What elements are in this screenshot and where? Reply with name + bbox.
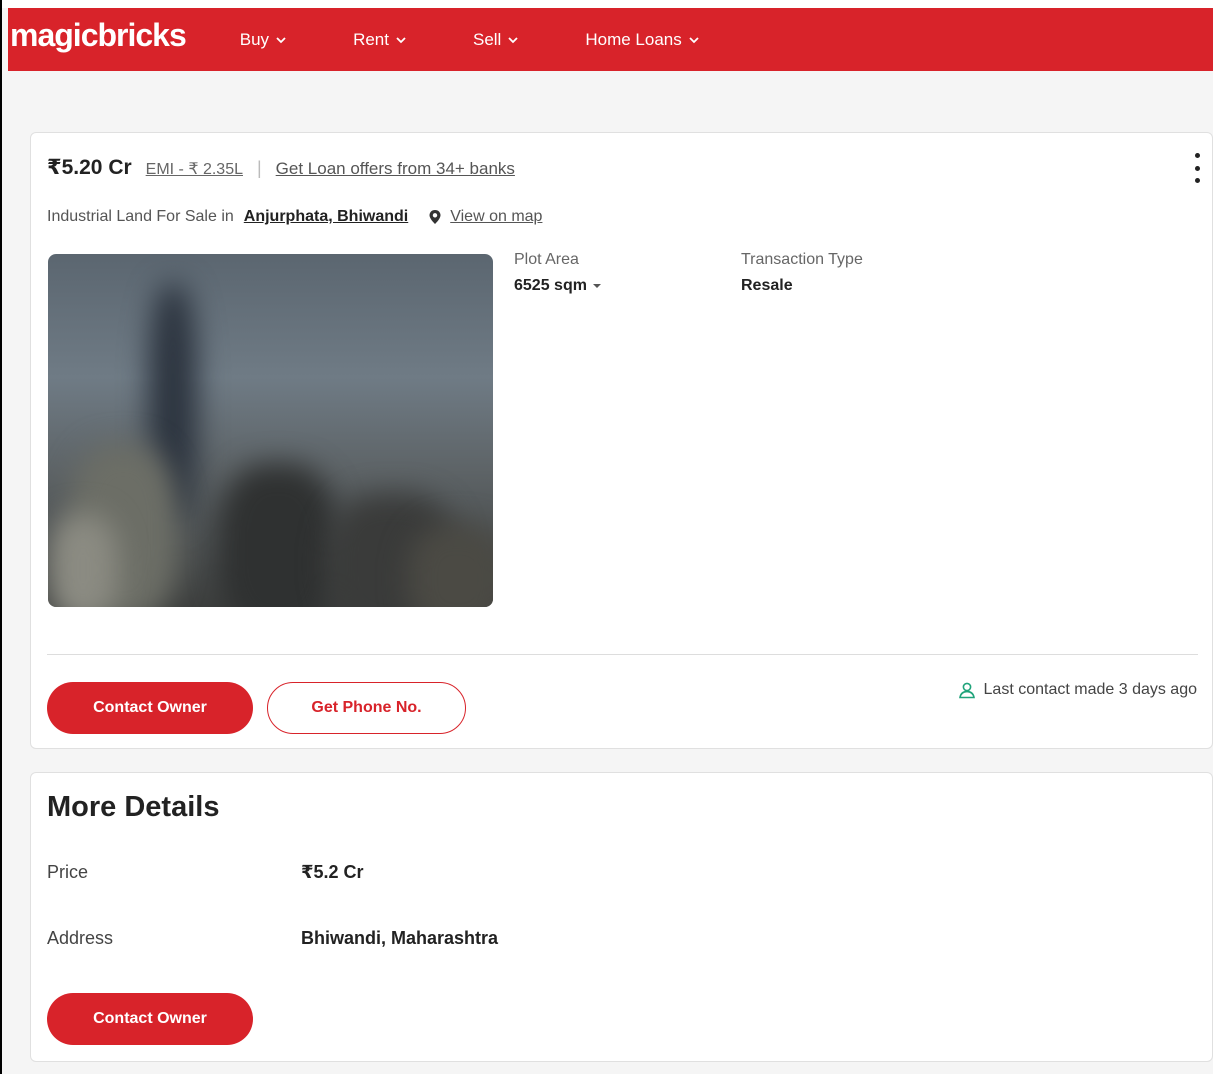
- nav-rent-label: Rent: [353, 29, 389, 49]
- listing-price: ₹5.20 Cr: [47, 156, 132, 179]
- detail-address-label: Address: [47, 928, 114, 948]
- contact-owner-button-secondary[interactable]: Contact Owner: [47, 993, 253, 1045]
- contact-owner-button[interactable]: Contact Owner: [47, 682, 253, 734]
- summary-transaction-type: Transaction Type Resale: [741, 251, 863, 295]
- detail-row-address: Address Bhiwandi, Maharashtra: [47, 928, 498, 949]
- price-row: ₹5.20 Cr EMI - ₹ 2.35L | Get Loan offers…: [47, 155, 515, 180]
- plot-area-text: 6525 sqm: [514, 277, 587, 294]
- nav-home-loans[interactable]: Home Loans: [585, 30, 699, 50]
- transaction-type-label: Transaction Type: [741, 251, 863, 268]
- chevron-down-icon: [396, 36, 406, 43]
- listing-title: Industrial Land For Sale in Anjurphata, …: [47, 208, 542, 226]
- listing-title-prefix: Industrial Land For Sale in: [47, 208, 234, 225]
- summary-plot-area: Plot Area 6525 sqm: [514, 251, 601, 295]
- plot-area-label: Plot Area: [514, 251, 579, 268]
- view-on-map-label: View on map: [450, 208, 543, 225]
- chevron-down-icon: [276, 36, 286, 43]
- locality-link[interactable]: Anjurphata, Bhiwandi: [244, 208, 408, 226]
- last-contact-text: Last contact made 3 days ago: [983, 681, 1197, 698]
- chevron-down-icon: [508, 36, 518, 43]
- nav-sell-label: Sell: [472, 29, 502, 49]
- more-details-card: More Details Price ₹5.2 Cr Address Bhiwa…: [30, 772, 1213, 1062]
- main-nav: Buy Rent Sell Home Loans: [240, 30, 766, 50]
- price-separator: |: [256, 158, 262, 178]
- top-navigation-bar: magicbricks Buy Rent Sell Home Loans: [8, 8, 1213, 71]
- emi-link[interactable]: EMI - ₹ 2.35L: [146, 159, 243, 179]
- nav-home-loans-label: Home Loans: [585, 29, 682, 49]
- plot-area-value[interactable]: 6525 sqm: [514, 277, 601, 295]
- magicbricks-logo[interactable]: magicbricks: [10, 17, 187, 54]
- more-details-title: More Details: [47, 791, 220, 823]
- map-pin-icon: [429, 210, 441, 224]
- window-top-edge: [0, 0, 1213, 8]
- nav-rent[interactable]: Rent: [353, 30, 407, 50]
- card-divider: [47, 654, 1198, 655]
- loan-offers-link[interactable]: Get Loan offers from 34+ banks: [276, 159, 515, 179]
- caret-down-icon: [592, 284, 601, 288]
- detail-price-label: Price: [47, 862, 89, 882]
- property-card: ₹5.20 Cr EMI - ₹ 2.35L | Get Loan offers…: [30, 132, 1213, 749]
- detail-address-value: Bhiwandi, Maharashtra: [301, 928, 499, 948]
- last-contact-info: Last contact made 3 days ago: [958, 681, 1197, 699]
- detail-price-value: ₹5.2 Cr: [301, 862, 364, 882]
- get-phone-button[interactable]: Get Phone No.: [267, 682, 466, 734]
- user-icon: [958, 682, 975, 699]
- nav-sell[interactable]: Sell: [473, 30, 519, 50]
- nav-buy[interactable]: Buy: [240, 30, 287, 50]
- transaction-type-value: Resale: [741, 277, 793, 294]
- property-photo[interactable]: [48, 254, 493, 607]
- view-on-map-link[interactable]: View on map: [428, 208, 542, 226]
- window-left-edge: [0, 0, 2, 1074]
- chevron-down-icon: [689, 36, 699, 43]
- more-options-icon[interactable]: [1190, 153, 1204, 183]
- nav-buy-label: Buy: [239, 29, 270, 49]
- detail-row-price: Price ₹5.2 Cr: [47, 862, 364, 883]
